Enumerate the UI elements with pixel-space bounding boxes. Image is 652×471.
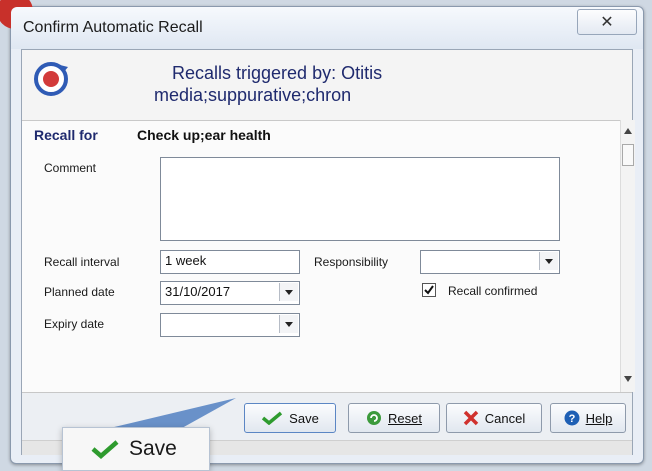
save-callout: Save xyxy=(62,427,210,471)
save-callout-label: Save xyxy=(129,437,177,460)
checkmark-icon xyxy=(91,440,119,459)
callout-pointer xyxy=(110,398,236,428)
